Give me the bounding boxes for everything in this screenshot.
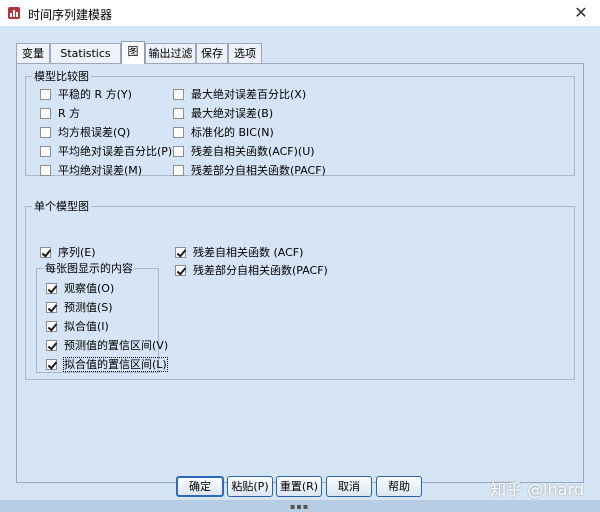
checkbox-label: 均方根误差(Q) [58,126,131,139]
checkbox-box[interactable] [40,108,51,119]
help-button[interactable]: 帮助 [376,476,422,497]
checkbox-label: 观察值(O) [64,282,115,295]
checkbox-r-square[interactable]: R 方 [40,106,80,122]
status-bar: ▪▪▪ [0,500,600,512]
checkbox-label: 序列(E) [58,246,96,259]
checkbox-maxape[interactable]: 最大绝对误差百分比(X) [173,87,306,103]
checkbox-box[interactable] [46,359,57,370]
checkbox-box[interactable] [46,302,57,313]
checkbox-label: 残差自相关函数(ACF)(U) [191,145,315,158]
checkbox-forecast-ci[interactable]: 预测值的置信区间(V) [46,338,168,354]
checkbox-mae[interactable]: 平均绝对误差(M) [40,163,142,179]
checkbox-stationary-r-square[interactable]: 平稳的 R 方(Y) [40,87,132,103]
checkbox-maxae[interactable]: 最大绝对误差(B) [173,106,273,122]
checkbox-label: 残差部分自相关函数(PACF) [193,264,328,277]
checkbox-box[interactable] [175,247,186,258]
checkbox-label: 最大绝对误差(B) [191,107,274,120]
checkbox-box[interactable] [40,146,51,157]
tab-save[interactable]: 保存 [196,43,228,63]
checkbox-label: 平均绝对误差百分比(P) [58,145,173,158]
checkbox-box[interactable] [173,165,184,176]
checkbox-label: R 方 [58,107,81,120]
checkbox-box[interactable] [46,340,57,351]
checkbox-residual-pacf[interactable]: 残差部分自相关函数(PACF) [175,263,328,279]
checkbox-rmse[interactable]: 均方根误差(Q) [40,125,130,141]
checkbox-residual-acf[interactable]: 残差自相关函数 (ACF) [175,245,303,261]
tab-variables[interactable]: 变量 [16,43,50,63]
tab-output-filter[interactable]: 输出过滤 [145,43,196,63]
checkbox-box[interactable] [40,127,51,138]
checkbox-fit-values[interactable]: 拟合值(I) [46,319,109,335]
checkbox-observed[interactable]: 观察值(O) [46,281,114,297]
checkbox-label: 平稳的 R 方(Y) [58,88,132,101]
checkbox-residual-acf-compare[interactable]: 残差自相关函数(ACF)(U) [173,144,315,160]
checkbox-label: 残差部分自相关函数(PACF) [191,164,326,177]
checkbox-residual-pacf-compare[interactable]: 残差部分自相关函数(PACF) [173,163,326,179]
close-icon[interactable]: ✕ [570,3,592,23]
checkbox-box[interactable] [40,89,51,100]
model-compare-legend: 模型比较图 [34,70,89,83]
tab-options[interactable]: 选项 [228,43,262,63]
checkbox-mape[interactable]: 平均绝对误差百分比(P) [40,144,172,160]
checkbox-fit-ci[interactable]: 拟合值的置信区间(L) [46,357,168,373]
plot-contents-legend: 每张图显示的内容 [45,262,133,275]
checkbox-label: 残差自相关函数 (ACF) [193,246,304,259]
tab-statistics[interactable]: Statistics [50,43,121,63]
ok-button[interactable]: 确定 [176,476,224,497]
resize-grip-icon[interactable]: ▪▪▪ [290,502,309,511]
checkbox-box[interactable] [173,127,184,138]
cancel-button[interactable]: 取消 [326,476,372,497]
checkbox-label: 预测值(S) [64,301,113,314]
watermark-text: 知乎 @lhard [490,480,584,499]
checkbox-box[interactable] [46,321,57,332]
checkbox-box[interactable] [40,247,51,258]
dialog-client: 变量 Statistics 图 输出过滤 保存 选项 模型比较图 平稳的 R 方… [0,26,600,512]
checkbox-forecast[interactable]: 预测值(S) [46,300,113,316]
checkbox-label: 标准化的 BIC(N) [191,126,274,139]
checkbox-series[interactable]: 序列(E) [40,245,96,261]
title-bar: 时间序列建模器 ✕ [0,0,600,27]
checkbox-label: 拟合值(I) [64,320,109,333]
checkbox-box[interactable] [175,265,186,276]
paste-button[interactable]: 粘贴(P) [227,476,273,497]
spss-app-icon [8,7,20,19]
checkbox-box[interactable] [40,165,51,176]
window-title: 时间序列建模器 [28,8,113,22]
checkbox-normalized-bic[interactable]: 标准化的 BIC(N) [173,125,274,141]
checkbox-box[interactable] [173,146,184,157]
tab-panel-plots: 模型比较图 平稳的 R 方(Y) R 方 均方根误差(Q) 平均绝对误差百分比(… [16,63,584,483]
dialog-window: 时间序列建模器 ✕ 变量 Statistics 图 输出过滤 保存 选项 模型比… [0,0,600,512]
checkbox-label: 平均绝对误差(M) [58,164,143,177]
single-model-legend: 单个模型图 [34,200,89,213]
reset-button[interactable]: 重置(R) [276,476,322,497]
checkbox-label: 拟合值的置信区间(L) [63,357,168,372]
tab-plots[interactable]: 图 [121,41,145,64]
checkbox-label: 最大绝对误差百分比(X) [191,88,307,101]
checkbox-label: 预测值的置信区间(V) [64,339,169,352]
checkbox-box[interactable] [173,108,184,119]
checkbox-box[interactable] [173,89,184,100]
checkbox-box[interactable] [46,283,57,294]
